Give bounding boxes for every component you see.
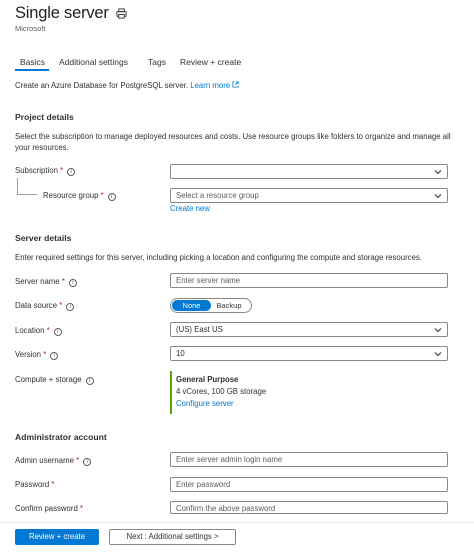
subscription-label-text: Subscription <box>15 166 58 175</box>
data-source-label: Data source * i <box>15 301 75 311</box>
confirm-password-label: Confirm password * <box>15 504 83 513</box>
tab-additional-settings[interactable]: Additional settings <box>59 57 128 67</box>
server-name-input[interactable]: Enter server name <box>170 273 448 288</box>
password-placeholder: Enter password <box>176 480 231 489</box>
data-source-option-none[interactable]: None <box>172 300 211 311</box>
compute-tier: General Purpose <box>176 375 239 384</box>
location-dropdown[interactable]: (US) East US <box>170 322 448 337</box>
info-icon[interactable]: i <box>50 352 59 360</box>
footer-divider <box>0 522 474 523</box>
create-new-link[interactable]: Create new <box>170 204 210 213</box>
server-name-label: Server name * i <box>15 277 77 287</box>
confirm-password-placeholder: Confirm the above password <box>176 504 276 513</box>
intro-text: Create an Azure Database for PostgreSQL … <box>15 81 239 90</box>
required-mark: * <box>46 326 50 335</box>
chevron-down-icon <box>434 328 442 333</box>
info-icon[interactable]: i <box>67 168 76 176</box>
server-details-description: Enter required settings for this server,… <box>15 253 422 262</box>
learn-more-link[interactable]: Learn more <box>190 81 230 90</box>
required-mark: * <box>60 166 64 175</box>
info-icon[interactable]: i <box>85 377 94 385</box>
info-icon[interactable]: i <box>68 279 77 287</box>
tree-connector <box>17 178 18 194</box>
confirm-password-label-text: Confirm password <box>15 504 78 513</box>
project-details-description: Select the subscription to manage deploy… <box>15 132 451 152</box>
resource-group-dropdown[interactable]: Select a resource group <box>170 188 448 203</box>
confirm-password-input[interactable]: Confirm the above password <box>170 501 448 514</box>
version-label-text: Version <box>15 350 42 359</box>
version-dropdown[interactable]: 10 <box>170 346 448 361</box>
subscription-dropdown[interactable] <box>170 164 448 179</box>
tab-basics[interactable]: Basics <box>20 57 45 67</box>
compute-storage-label-text: Compute + storage <box>15 375 82 384</box>
required-mark: * <box>100 191 104 200</box>
location-value: (US) East US <box>176 325 223 334</box>
subscription-label: Subscription * i <box>15 166 76 176</box>
printer-icon[interactable] <box>116 8 127 19</box>
active-tab-indicator <box>15 69 49 71</box>
password-input[interactable]: Enter password <box>170 477 448 492</box>
location-label: Location * i <box>15 326 62 336</box>
admin-username-label: Admin username * i <box>15 456 92 466</box>
required-mark: * <box>80 504 84 513</box>
resource-group-label-text: Resource group <box>43 191 99 200</box>
password-label: Password * <box>15 480 54 489</box>
chevron-down-icon <box>434 170 442 175</box>
chevron-down-icon <box>434 194 442 199</box>
admin-username-label-text: Admin username <box>15 456 74 465</box>
admin-account-heading: Administrator account <box>15 432 107 442</box>
info-icon[interactable]: i <box>107 193 116 201</box>
admin-username-input[interactable]: Enter server admin login name <box>170 452 448 467</box>
page-title: Single server <box>15 4 109 22</box>
tree-connector-horizontal <box>17 194 37 195</box>
intro-description: Create an Azure Database for PostgreSQL … <box>15 81 189 90</box>
data-source-option-backup[interactable]: Backup <box>210 300 248 311</box>
tab-review-create[interactable]: Review + create <box>180 57 241 67</box>
data-source-toggle[interactable]: None Backup <box>170 298 252 313</box>
publisher-label: Microsoft <box>15 24 46 33</box>
configure-server-link[interactable]: Configure server <box>176 399 234 408</box>
compute-tier-bar <box>170 371 172 414</box>
server-name-placeholder: Enter server name <box>176 276 241 285</box>
project-details-heading: Project details <box>15 112 74 122</box>
server-details-heading: Server details <box>15 233 72 243</box>
compute-description: 4 vCores, 100 GB storage <box>176 387 267 396</box>
next-additional-settings-button[interactable]: Next : Additional settings > <box>109 529 236 545</box>
password-label-text: Password <box>15 480 50 489</box>
required-mark: * <box>51 480 55 489</box>
resource-group-label: Resource group * i <box>43 191 116 201</box>
tab-tags[interactable]: Tags <box>148 57 166 67</box>
location-label-text: Location <box>15 326 45 335</box>
version-value: 10 <box>176 349 185 358</box>
version-label: Version * i <box>15 350 59 360</box>
required-mark: * <box>61 277 65 286</box>
required-mark: * <box>59 301 63 310</box>
info-icon[interactable]: i <box>53 328 62 336</box>
chevron-down-icon <box>434 352 442 357</box>
server-name-label-text: Server name <box>15 277 60 286</box>
resource-group-placeholder: Select a resource group <box>176 191 259 200</box>
review-create-button[interactable]: Review + create <box>15 529 99 545</box>
external-link-icon[interactable] <box>232 81 239 88</box>
info-icon[interactable]: i <box>66 303 75 311</box>
required-mark: * <box>43 350 47 359</box>
required-mark: * <box>76 456 80 465</box>
data-source-label-text: Data source <box>15 301 58 310</box>
info-icon[interactable]: i <box>83 458 92 466</box>
admin-username-placeholder: Enter server admin login name <box>176 455 283 464</box>
compute-storage-label: Compute + storage i <box>15 375 94 385</box>
